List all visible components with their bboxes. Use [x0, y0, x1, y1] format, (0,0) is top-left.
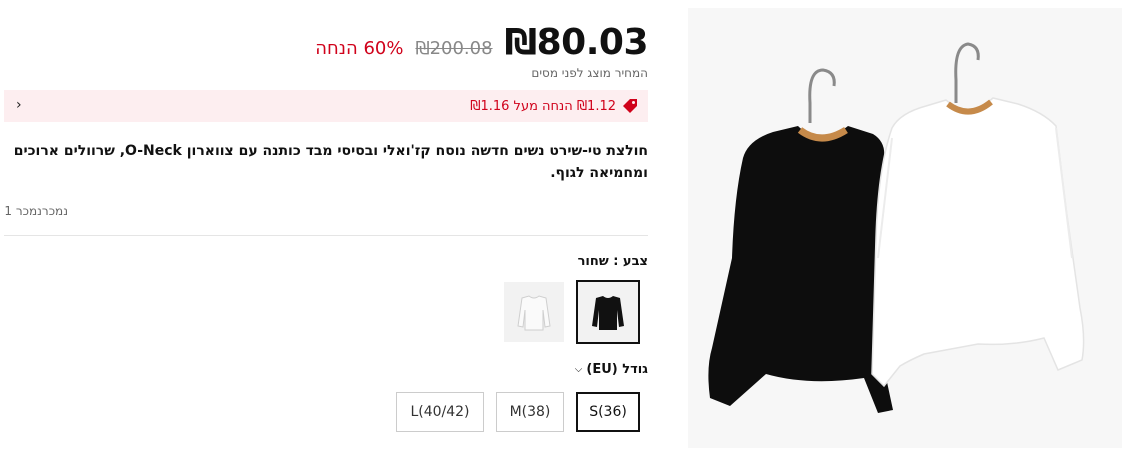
product-image[interactable] — [688, 8, 1122, 448]
size-label[interactable]: גודל (EU) ⌵ — [575, 362, 648, 377]
color-swatches — [504, 280, 640, 344]
size-options: S(36) M(38) L(40/42) — [396, 392, 640, 432]
price-row: ₪80.03 ₪200.08 60% הנחה — [315, 22, 648, 63]
size-label-text: גודל (EU) — [586, 362, 648, 377]
size-option-m[interactable]: M(38) — [496, 392, 564, 432]
discount-badge: 60% הנחה — [315, 38, 404, 59]
white-shirt-thumbnail-icon — [517, 295, 551, 331]
tag-icon — [623, 99, 637, 113]
promo-text: ₪1.12 הנחה מעל ₪1.16 — [470, 98, 616, 114]
promo-bar[interactable]: ₪1.12 הנחה מעל ₪1.16 ‹ — [4, 90, 648, 122]
size-option-l[interactable]: L(40/42) — [396, 392, 484, 432]
color-swatch-white[interactable] — [504, 282, 564, 342]
tax-note: המחיר מוצג לפני מסים — [531, 66, 648, 80]
product-title: חולצת טי-שירט נשים חדשה נוסח קז'ואלי ובס… — [13, 143, 648, 181]
original-price: ₪200.08 — [415, 38, 493, 59]
sold-count: נמכרנמכר 1 — [4, 204, 68, 218]
chevron-left-icon[interactable]: ‹ — [16, 97, 22, 113]
chevron-down-icon: ⌵ — [574, 364, 583, 375]
size-option-s[interactable]: S(36) — [576, 392, 640, 432]
current-price: ₪80.03 — [504, 22, 649, 63]
black-shirt-thumbnail-icon — [592, 296, 624, 330]
color-label: צבע : שחור — [577, 254, 648, 269]
divider — [4, 235, 648, 236]
product-details-panel: ₪80.03 ₪200.08 60% הנחה המחיר מוצג לפני … — [4, 0, 649, 456]
color-swatch-black[interactable] — [576, 280, 640, 344]
